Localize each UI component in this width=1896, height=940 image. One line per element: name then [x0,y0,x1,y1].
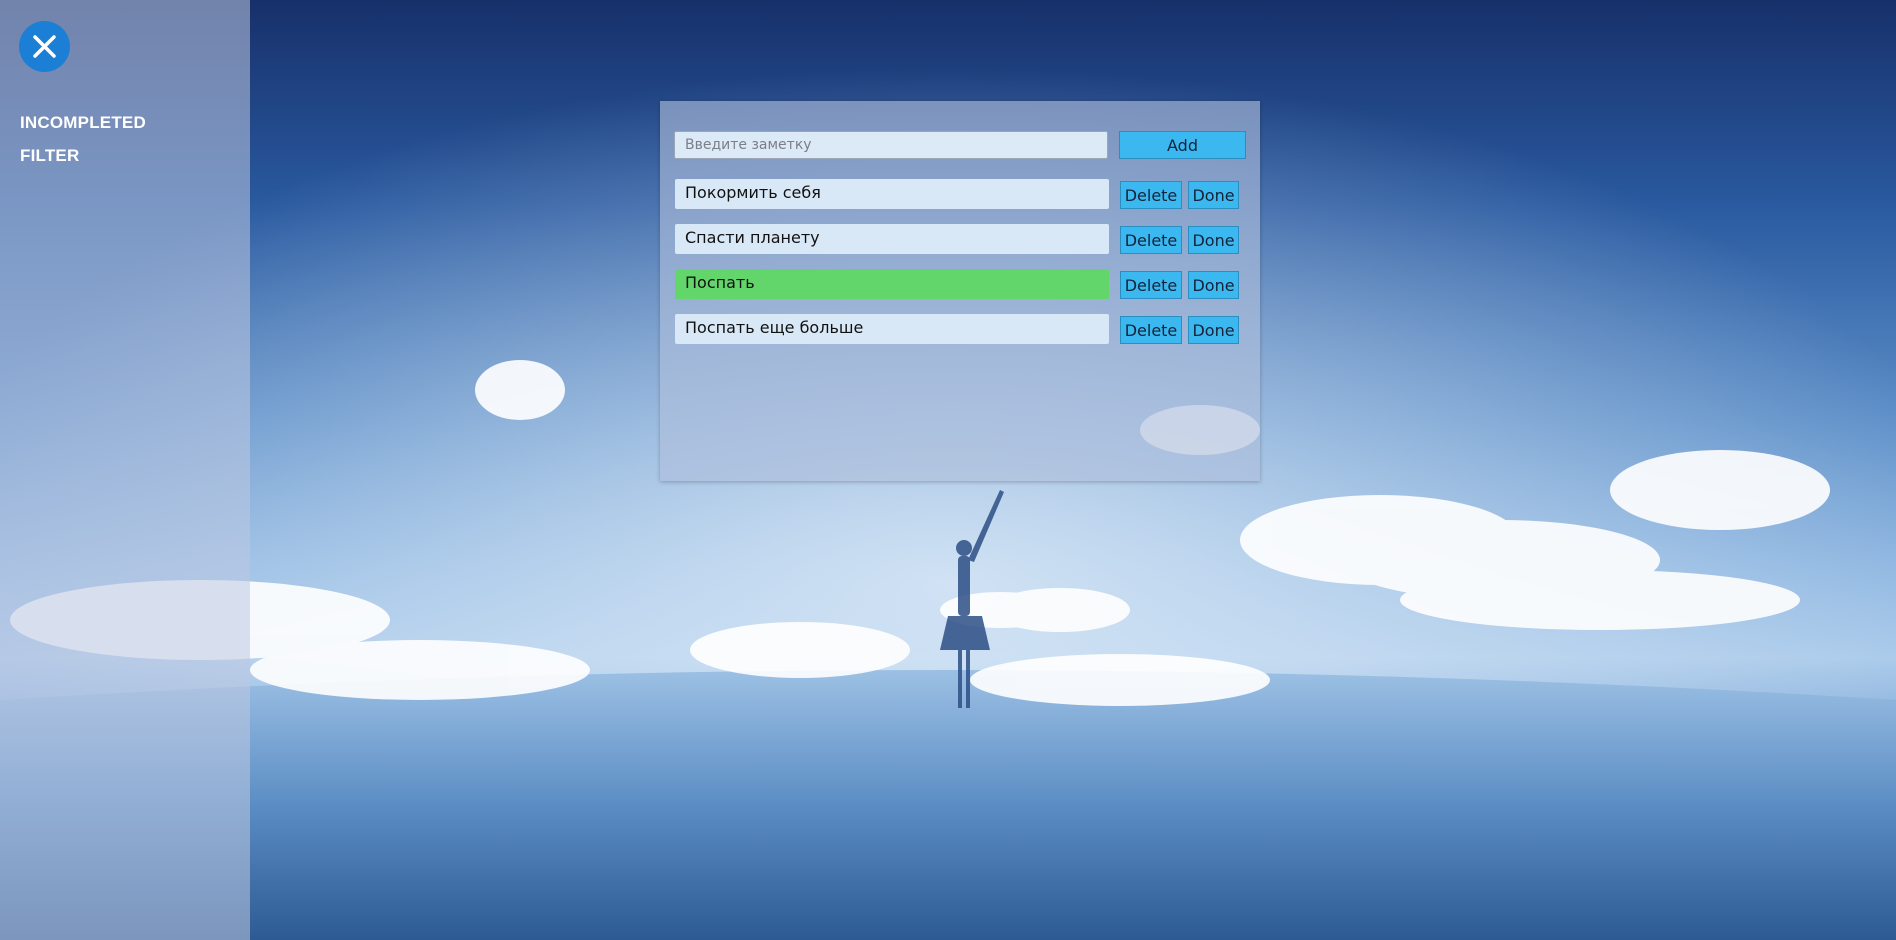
nav-item-incompleted[interactable]: INCOMPLETED [20,113,146,133]
close-button[interactable] [19,21,70,72]
close-icon [33,35,56,58]
task-row: Спасти планету Delete Done [675,224,1255,254]
done-button[interactable]: Done [1188,316,1239,344]
note-input[interactable] [674,131,1108,159]
delete-button[interactable]: Delete [1120,226,1182,254]
done-button[interactable]: Done [1188,226,1239,254]
sidebar: INCOMPLETED FILTER [0,0,250,940]
done-button[interactable]: Done [1188,271,1239,299]
nav-item-filter[interactable]: FILTER [20,146,79,166]
task-text: Поспать еще больше [675,314,1109,344]
app-window: INCOMPLETED FILTER Add Покормить себя De… [0,0,1896,940]
done-button[interactable]: Done [1188,181,1239,209]
task-text-completed: Поспать [675,269,1109,299]
task-row: Покормить себя Delete Done [675,179,1255,209]
delete-button[interactable]: Delete [1120,181,1182,209]
delete-button[interactable]: Delete [1120,316,1182,344]
task-row: Поспать Delete Done [675,269,1255,299]
delete-button[interactable]: Delete [1120,271,1182,299]
todo-panel: Add Покормить себя Delete Done Спасти пл… [660,101,1260,481]
task-row: Поспать еще больше Delete Done [675,314,1255,344]
task-text: Спасти планету [675,224,1109,254]
add-button[interactable]: Add [1119,131,1246,159]
task-text: Покормить себя [675,179,1109,209]
